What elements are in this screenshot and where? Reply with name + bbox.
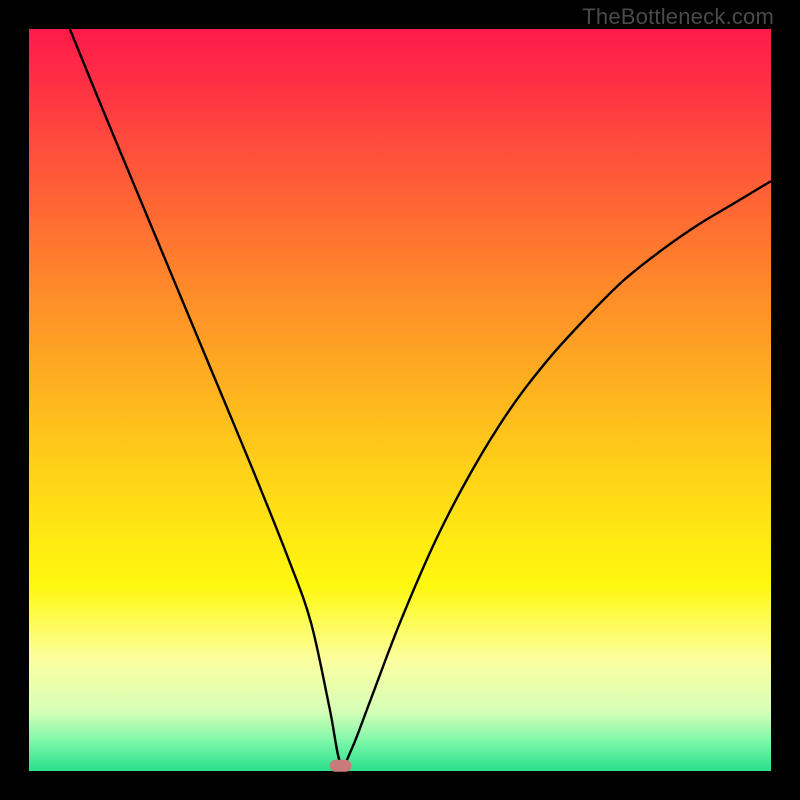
bottleneck-curve (70, 29, 771, 766)
chart-svg (0, 0, 800, 800)
chart-frame: TheBottleneck.com (0, 0, 800, 800)
minimum-marker (330, 760, 352, 772)
